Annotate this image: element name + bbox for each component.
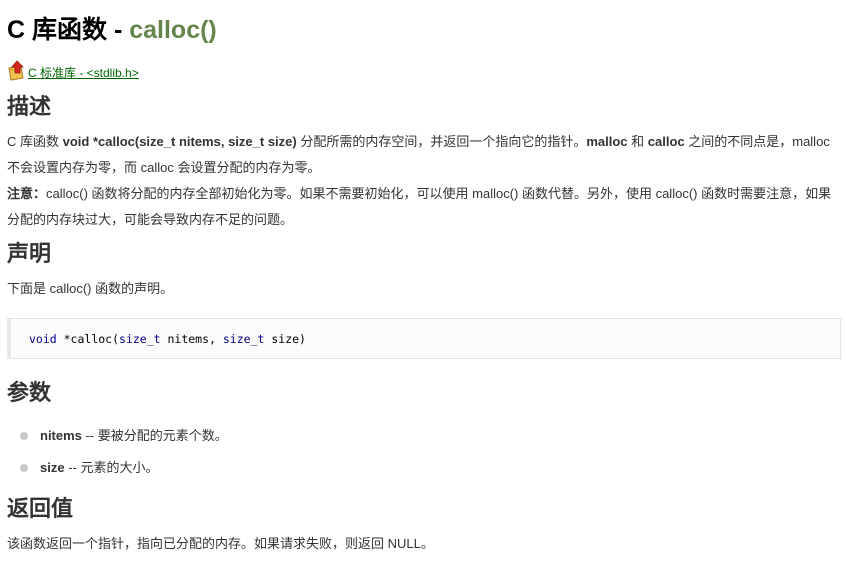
parameters-list: nitems -- 要被分配的元素个数。 size -- 元素的大小。 xyxy=(0,420,228,484)
param-desc: -- 元素的大小。 xyxy=(64,460,159,475)
bold-calloc: calloc xyxy=(647,134,685,149)
bold-signature: void *calloc(size_t nitems, size_t size) xyxy=(62,134,297,149)
return-value-heading: 返回值 xyxy=(7,496,74,521)
up-arrow-icon xyxy=(7,59,27,81)
back-link-label: C 标准库 - <stdlib.h> xyxy=(28,66,139,80)
code-keyword: size_t xyxy=(222,332,265,346)
title-function: calloc() xyxy=(129,16,217,44)
list-item: nitems -- 要被分配的元素个数。 xyxy=(0,420,228,452)
param-name: size xyxy=(40,460,65,475)
description-paragraph: C 库函数 void *calloc(size_t nitems, size_t… xyxy=(7,129,837,181)
text-span: 分配所需的内存空间，并返回一个指向它的指针。 xyxy=(296,134,587,149)
code-keyword: size_t xyxy=(119,332,161,346)
back-to-stdlib-link[interactable]: C 标准库 - <stdlib.h> xyxy=(7,57,139,81)
title-prefix: C 库函数 - xyxy=(7,16,130,44)
note-label: 注意： xyxy=(7,186,47,201)
bullet-icon xyxy=(20,432,28,440)
code-keyword: void xyxy=(29,332,57,346)
page-title: C 库函数 - calloc() xyxy=(7,14,217,46)
code-text: size) xyxy=(264,332,306,346)
declaration-heading: 声明 xyxy=(7,241,52,266)
param-name: nitems xyxy=(40,428,82,443)
page: C 库函数 - calloc() C 标准库 - <stdlib.h> 描述 C… xyxy=(0,0,846,563)
code-block: void *calloc(size_t nitems, size_t size) xyxy=(7,318,841,359)
note-paragraph: 注意：calloc() 函数将分配的内存全部初始化为零。如果不需要初始化，可以使… xyxy=(7,181,837,233)
text-span: C 库函数 xyxy=(7,134,63,149)
param-desc: -- 要被分配的元素个数。 xyxy=(81,428,228,443)
parameters-heading: 参数 xyxy=(7,380,52,405)
return-value-text: 该函数返回一个指针，指向已分配的内存。如果请求失败，则返回 NULL。 xyxy=(7,536,434,551)
declaration-intro: 下面是 calloc() 函数的声明。 xyxy=(7,281,174,296)
bold-malloc: malloc xyxy=(586,134,628,149)
bullet-icon xyxy=(20,464,28,472)
list-item: size -- 元素的大小。 xyxy=(0,452,228,484)
code-text: *calloc( xyxy=(56,332,120,346)
code-text: nitems, xyxy=(160,332,223,346)
code-declaration: void *calloc(size_t nitems, size_t size) xyxy=(29,332,306,346)
text-span: 和 xyxy=(627,134,648,149)
description-heading: 描述 xyxy=(7,94,52,119)
note-text: calloc() 函数将分配的内存全部初始化为零。如果不需要初始化，可以使用 m… xyxy=(7,186,832,227)
